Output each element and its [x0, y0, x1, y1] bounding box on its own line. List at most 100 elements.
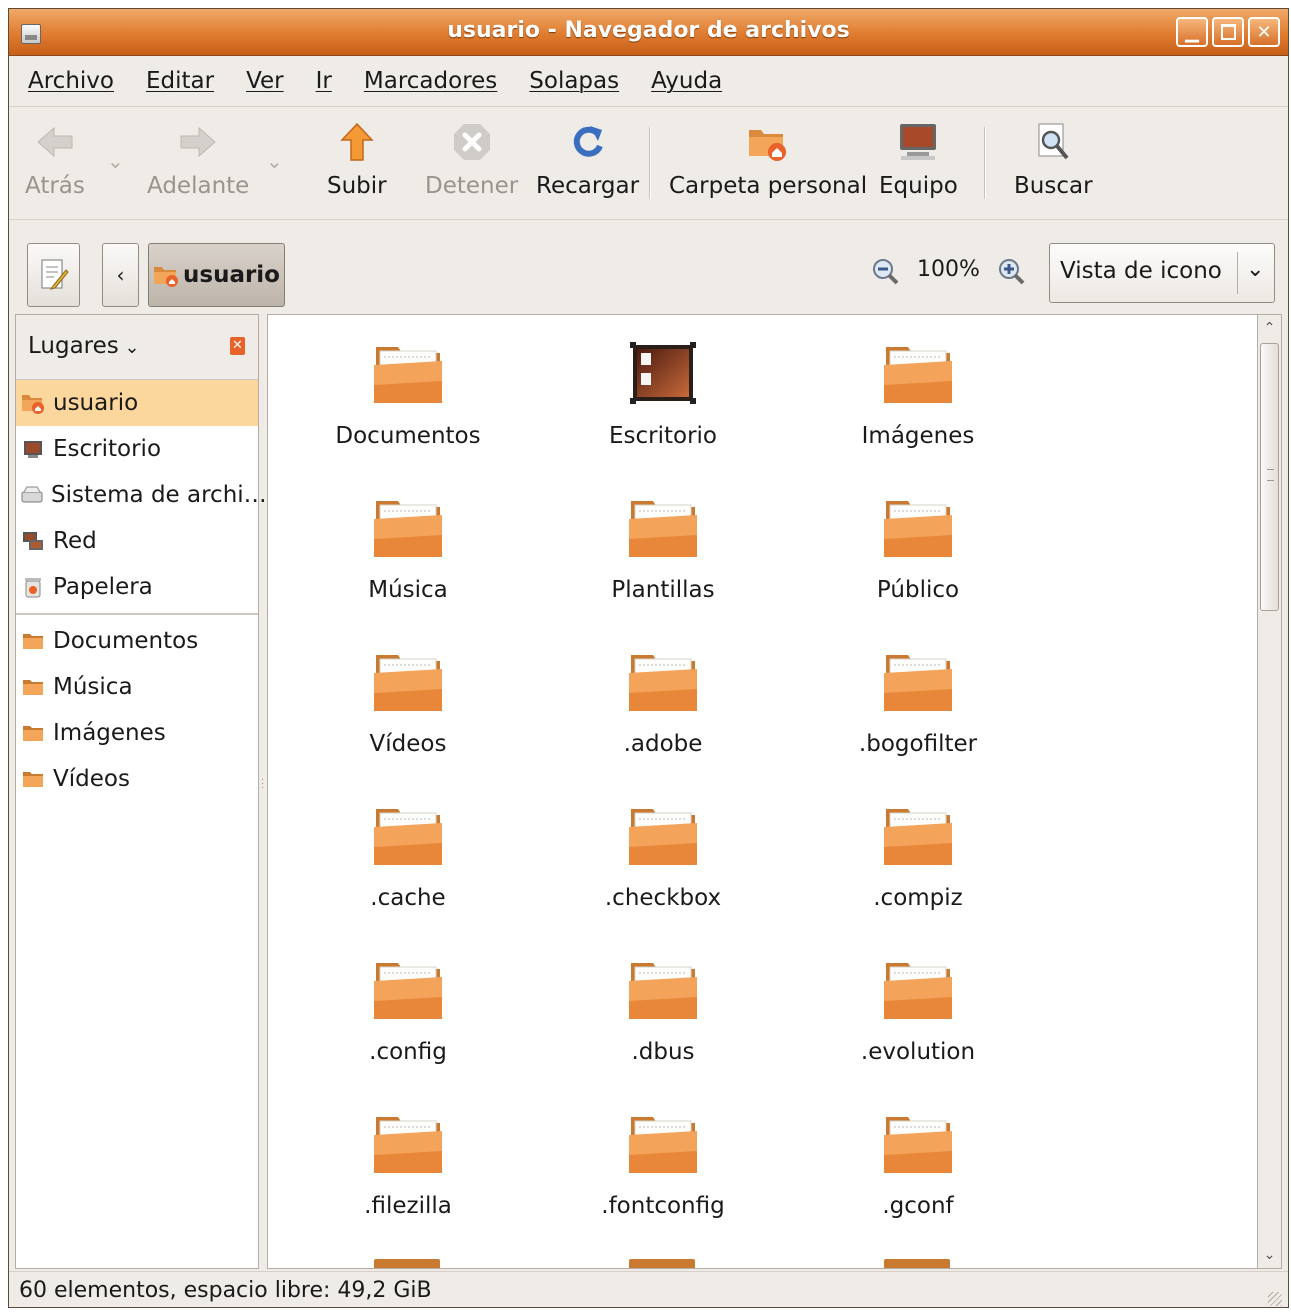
- maximize-icon: [1220, 24, 1236, 40]
- toolbar: Atrás ⌄ Adelante ⌄ Subir Detener Recarga…: [9, 107, 1288, 220]
- file-item-config[interactable]: .config: [283, 953, 533, 1065]
- resize-grip-icon[interactable]: [1268, 1292, 1282, 1306]
- menu-marcadores[interactable]: Marcadores: [351, 68, 510, 94]
- zoom-out-icon: [873, 259, 899, 285]
- folder-icon: [629, 655, 697, 711]
- minimize-button[interactable]: ▁: [1176, 17, 1208, 47]
- zoom-in-button[interactable]: [997, 257, 1025, 289]
- file-item-documentos[interactable]: Documentos: [283, 337, 533, 449]
- menu-solapas[interactable]: Solapas: [516, 68, 632, 94]
- sidebar-item-red[interactable]: Red: [16, 518, 258, 564]
- folder-icon: [629, 809, 697, 865]
- file-manager-window: usuario - Navegador de archivos ▁ ✕ Arch…: [8, 8, 1289, 1308]
- zoom-out-button[interactable]: [871, 257, 899, 289]
- search-button[interactable]: Buscar: [1014, 119, 1093, 199]
- file-item-checkbox[interactable]: .checkbox: [538, 799, 788, 911]
- folder-icon: [884, 655, 952, 711]
- menu-archivo[interactable]: Archivo: [15, 68, 127, 94]
- computer-button[interactable]: Equipo: [879, 119, 958, 199]
- desktop-folder-icon: [630, 342, 696, 404]
- folder-icon: [21, 722, 45, 744]
- file-icon-view[interactable]: Documentos Escritorio Imágenes Música Pl…: [267, 314, 1257, 1269]
- file-item-videos[interactable]: Vídeos: [283, 645, 533, 757]
- home-folder-icon: [21, 392, 45, 414]
- scrollbar-thumb[interactable]: [1260, 343, 1279, 611]
- computer-icon: [895, 119, 941, 165]
- menu-ver[interactable]: Ver: [233, 68, 297, 94]
- maximize-button[interactable]: [1212, 17, 1244, 47]
- zoom-in-icon: [999, 259, 1025, 285]
- sidebar-item-sistema-de-archivos[interactable]: Sistema de archi…: [16, 472, 267, 518]
- sidebar-item-musica[interactable]: Música: [16, 664, 258, 710]
- file-item-filezilla[interactable]: .filezilla: [283, 1107, 533, 1219]
- toolbar-separator: [984, 127, 986, 199]
- file-item-imagenes[interactable]: Imágenes: [793, 337, 1043, 449]
- close-sidebar-button[interactable]: ✕: [230, 337, 245, 355]
- file-item-adobe[interactable]: .adobe: [538, 645, 788, 757]
- file-item-plantillas[interactable]: Plantillas: [538, 491, 788, 603]
- window-title: usuario - Navegador de archivos: [447, 18, 850, 43]
- sidebar-item-imagenes[interactable]: Imágenes: [16, 710, 258, 756]
- file-item-evolution[interactable]: .evolution: [793, 953, 1043, 1065]
- sidebar-type-select[interactable]: Lugares ⌄: [28, 333, 140, 359]
- places-sidebar: Lugares ⌄ ✕ usuario Escritorio Sistema d…: [15, 314, 267, 1269]
- minimize-icon: ▁: [1185, 21, 1199, 43]
- menu-bar: Archivo Editar Ver Ir Marcadores Solapas…: [9, 56, 1288, 107]
- file-item-cache[interactable]: .cache: [283, 799, 533, 911]
- vertical-scrollbar[interactable]: ⌃ ⌄: [1257, 314, 1282, 1269]
- view-mode-select[interactable]: Vista de icono ⌄: [1049, 243, 1275, 303]
- sidebar-item-documentos[interactable]: Documentos: [16, 618, 258, 664]
- file-item-bogofilter[interactable]: .bogofilter: [793, 645, 1043, 757]
- close-button[interactable]: ✕: [1248, 17, 1280, 47]
- back-button[interactable]: Atrás: [25, 119, 85, 199]
- desktop-icon: [21, 438, 45, 460]
- sidebar-item-usuario[interactable]: usuario: [16, 380, 258, 426]
- file-item-partial[interactable]: [374, 1259, 440, 1268]
- forward-history-chevron-icon[interactable]: ⌄: [266, 149, 283, 173]
- grip-icon: [1267, 469, 1274, 481]
- toggle-location-entry-button[interactable]: [27, 243, 80, 307]
- scroll-down-arrow-icon[interactable]: ⌄: [1260, 1244, 1279, 1266]
- file-item-partial[interactable]: [884, 1259, 950, 1268]
- folder-icon: [374, 347, 442, 403]
- up-button[interactable]: Subir: [327, 119, 387, 199]
- file-item-fontconfig[interactable]: .fontconfig: [538, 1107, 788, 1219]
- forward-button[interactable]: Adelante: [147, 119, 249, 199]
- home-folder-button[interactable]: Carpeta personal: [669, 119, 867, 199]
- status-text: 60 elementos, espacio libre: 49,2 GiB: [19, 1278, 432, 1303]
- title-bar[interactable]: usuario - Navegador de archivos ▁ ✕: [9, 9, 1288, 56]
- file-item-publico[interactable]: Público: [793, 491, 1043, 603]
- zoom-level[interactable]: 100%: [917, 257, 980, 282]
- folder-icon: [629, 501, 697, 557]
- up-arrow-icon: [334, 119, 380, 165]
- file-item-partial[interactable]: [629, 1259, 695, 1268]
- file-item-escritorio[interactable]: Escritorio: [538, 337, 788, 449]
- folder-icon: [21, 676, 45, 698]
- view-mode-value: Vista de icono: [1060, 258, 1222, 284]
- breadcrumb-scroll-left-button[interactable]: ‹: [102, 243, 139, 307]
- edit-location-icon: [41, 259, 69, 290]
- reload-icon: [565, 119, 611, 165]
- menu-ir[interactable]: Ir: [303, 68, 345, 94]
- file-item-compiz[interactable]: .compiz: [793, 799, 1043, 911]
- drive-icon: [21, 484, 43, 506]
- folder-icon: [884, 963, 952, 1019]
- folder-icon: [374, 501, 442, 557]
- file-item-musica[interactable]: Música: [283, 491, 533, 603]
- file-item-gconf[interactable]: .gconf: [793, 1107, 1043, 1219]
- scroll-up-arrow-icon[interactable]: ⌃: [1260, 317, 1279, 339]
- sidebar-item-papelera[interactable]: Papelera: [16, 564, 258, 610]
- sidebar-item-escritorio[interactable]: Escritorio: [16, 426, 258, 472]
- toolbar-separator: [649, 127, 651, 199]
- folder-icon: [884, 347, 952, 403]
- file-item-dbus[interactable]: .dbus: [538, 953, 788, 1065]
- search-icon: [1030, 119, 1076, 165]
- back-history-chevron-icon[interactable]: ⌄: [107, 149, 124, 173]
- breadcrumb-usuario-button[interactable]: usuario: [148, 243, 285, 307]
- menu-ayuda[interactable]: Ayuda: [638, 68, 735, 94]
- home-folder-icon: [745, 119, 791, 165]
- reload-button[interactable]: Recargar: [536, 119, 639, 199]
- sidebar-item-videos[interactable]: Vídeos: [16, 756, 258, 802]
- stop-button[interactable]: Detener: [425, 119, 518, 199]
- menu-editar[interactable]: Editar: [133, 68, 227, 94]
